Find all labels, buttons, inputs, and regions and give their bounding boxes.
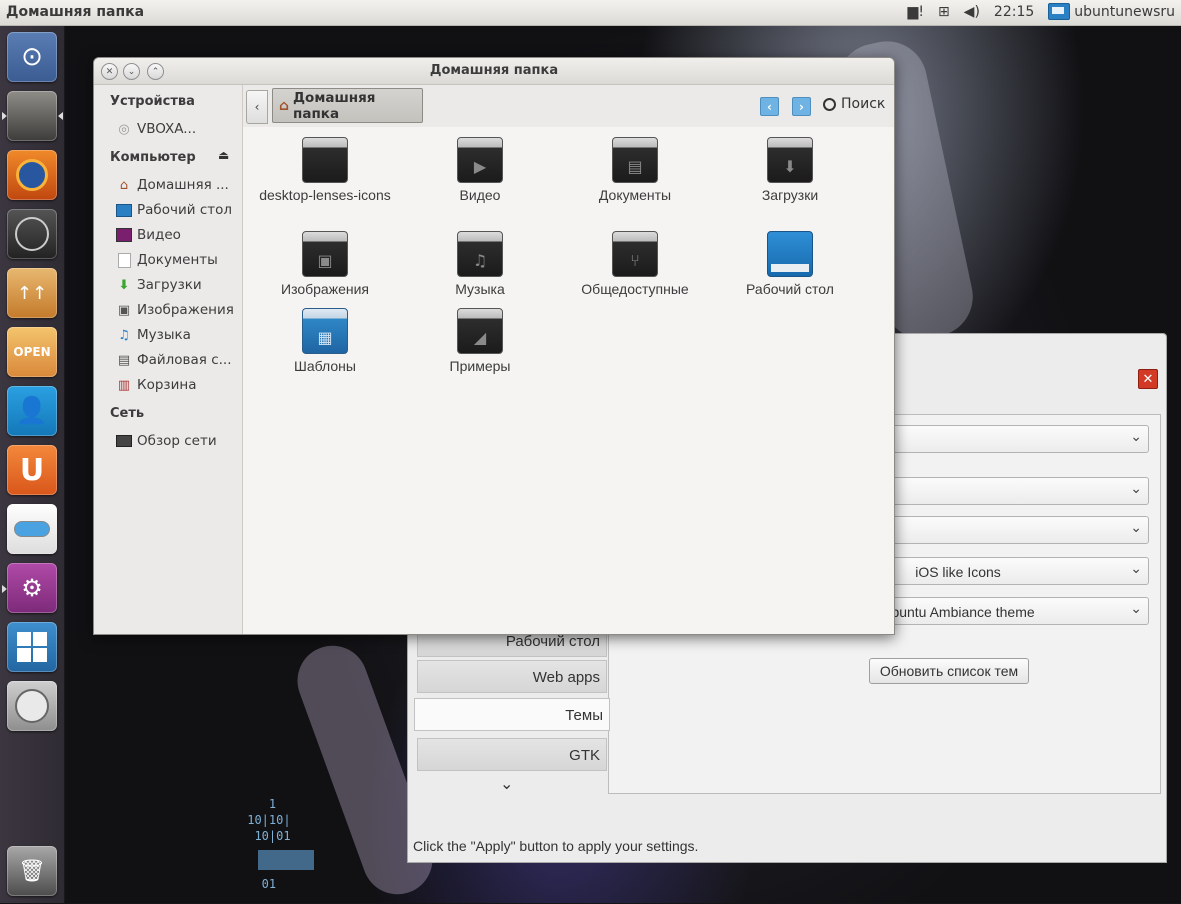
sidebar-item-filesystem[interactable]: ▤ Файловая с...: [116, 350, 238, 370]
chevron-down-icon: ⌄: [1130, 601, 1142, 617]
clock[interactable]: 22:15: [994, 4, 1034, 20]
session-icon: [1048, 3, 1071, 20]
title-bar[interactable]: ✕ ⌄ ⌃ Домашняя папка: [94, 58, 894, 85]
chevron-down-icon: ⌄: [1130, 520, 1142, 536]
status-text: Click the "Apply" button to apply your s…: [413, 838, 699, 854]
sidebar-item-trash[interactable]: ▥ Корзина: [116, 375, 238, 395]
file-item[interactable]: ◢ Примеры: [410, 308, 550, 375]
ubuntu-one-icon[interactable]: U: [7, 445, 57, 495]
session-menu[interactable]: ubuntunewsru: [1048, 3, 1175, 20]
next-arrow-icon[interactable]: ›: [792, 97, 811, 116]
document-icon: [116, 252, 132, 268]
trash-icon: ▥: [117, 377, 131, 393]
sidebar-item-home[interactable]: ⌂ Домашняя ...: [116, 175, 238, 195]
file-item[interactable]: Рабочий стол: [720, 231, 860, 298]
sidebar-header-network: Сеть: [110, 406, 145, 421]
file-item[interactable]: ▶ Видео: [410, 137, 550, 204]
folder-examples-icon: ◢: [457, 308, 503, 354]
trash-icon[interactable]: 🗑: [7, 846, 57, 896]
tab-web-apps[interactable]: Web apps: [417, 660, 607, 693]
dash-home-icon[interactable]: ⊙: [7, 32, 57, 82]
filesystem-icon: ▤: [117, 352, 131, 368]
network-icon[interactable]: ⊞: [938, 4, 950, 20]
eject-icon[interactable]: ⏏: [218, 148, 229, 162]
refresh-themes-button[interactable]: Обновить список тем: [869, 658, 1029, 684]
launcher: ⊙ ↑↑ OPEN 👤 U ⚙ 🗑: [0, 25, 65, 903]
file-item[interactable]: ♫ Музыка: [410, 231, 550, 298]
sidebar-item-music[interactable]: ♫ Музыка: [116, 325, 238, 345]
close-icon[interactable]: ✕: [1138, 369, 1158, 389]
files-icon[interactable]: [7, 91, 57, 141]
sidebar-header-computer: Компьютер: [110, 150, 196, 165]
search-icon: [823, 97, 836, 111]
chevron-down-icon: ⌄: [1130, 429, 1142, 445]
file-item[interactable]: ▣ Изображения: [255, 231, 395, 298]
file-item[interactable]: ▦ Шаблоны: [255, 308, 395, 375]
chevron-down-icon: ⌄: [1130, 561, 1142, 577]
focused-indicator: [58, 112, 63, 120]
folder-downloads-icon: ⬇: [767, 137, 813, 183]
unity-tweak-icon[interactable]: ⚙: [7, 563, 57, 613]
contacts-icon[interactable]: 👤: [7, 386, 57, 436]
file-manager-window: ✕ ⌄ ⌃ Домашняя папка Устройства ◎ VBOXA.…: [93, 57, 895, 635]
sidebar-header-devices: Устройства: [110, 94, 195, 109]
path-bar-home[interactable]: ⌂ Домашняя папка: [272, 88, 423, 123]
folder-documents-icon: ▤: [612, 137, 658, 183]
system-monitor-icon[interactable]: [7, 209, 57, 259]
music-icon: ♫: [118, 327, 130, 343]
top-panel: Домашняя папка ▆! ⊞ ◀) 22:15 ubuntunewsr…: [0, 0, 1181, 26]
volume-icon[interactable]: ◀): [964, 4, 980, 20]
chevron-down-icon[interactable]: ⌄: [500, 774, 513, 793]
active-window-title: Домашняя папка: [6, 4, 145, 20]
cd-icon: ◎: [118, 121, 130, 137]
firefox-icon[interactable]: [7, 150, 57, 200]
home-icon: ⌂: [119, 177, 129, 193]
sidebar-item-downloads[interactable]: ⬇ Загрузки: [116, 275, 238, 295]
places-sidebar: Устройства ◎ VBOXA... ⏏ Компьютер ⌂ Дома…: [94, 85, 243, 634]
folder-video-icon: ▶: [457, 137, 503, 183]
previous-arrow-icon[interactable]: ‹: [760, 97, 779, 116]
file-item[interactable]: desktop-lenses-icons: [255, 137, 395, 204]
message-icon[interactable]: ▆!: [908, 4, 924, 20]
video-icon: [116, 228, 132, 242]
folder-templates-icon: ▦: [302, 308, 348, 354]
search-button[interactable]: Поиск: [823, 96, 885, 112]
sidebar-item-video[interactable]: Видео: [116, 225, 238, 245]
home-icon: ⌂: [279, 97, 290, 114]
toolbar: ‹ ⌂ Домашняя папка ‹ › Поиск: [243, 85, 894, 127]
folder-icon: [302, 137, 348, 183]
folder-desktop-icon: [767, 231, 813, 277]
session-label: ubuntunewsru: [1074, 3, 1175, 20]
market-icon[interactable]: OPEN: [7, 327, 57, 377]
wallpaper-bar: [258, 850, 314, 870]
window-title: Домашняя папка: [429, 63, 559, 78]
folder-music-icon: ♫: [457, 231, 503, 277]
indicator-area: ▆! ⊞ ◀) 22:15 ubuntunewsru: [908, 3, 1175, 20]
file-icon-view: desktop-lenses-icons ▶ Видео ▤ Документы…: [243, 127, 894, 634]
file-item[interactable]: ⬇ Загрузки: [720, 137, 860, 204]
workspace-switcher-icon[interactable]: [7, 622, 57, 672]
download-icon: ⬇: [118, 277, 130, 293]
network-browse-icon: [116, 434, 132, 448]
sidebar-item-network[interactable]: Обзор сети: [116, 431, 238, 451]
back-button[interactable]: ‹: [246, 90, 268, 124]
file-item[interactable]: ▤ Документы: [565, 137, 705, 204]
binary-decoration: 1 10|10| 10|01 01: [247, 797, 291, 891]
software-updater-icon[interactable]: ↑↑: [7, 268, 57, 318]
tab-gtk[interactable]: GTK: [417, 738, 607, 771]
chevron-down-icon: ⌄: [1130, 481, 1142, 497]
sidebar-item-desktop[interactable]: Рабочий стол: [116, 200, 238, 220]
toggle-icon[interactable]: [7, 504, 57, 554]
folder-public-icon: ⑂: [612, 231, 658, 277]
file-item[interactable]: ⑂ Общедоступные: [565, 231, 705, 298]
folder-pictures-icon: ▣: [302, 231, 348, 277]
image-icon: ▣: [117, 302, 131, 318]
desktop-icon: [116, 203, 132, 217]
cd-drive-icon[interactable]: [7, 681, 57, 731]
tab-themes[interactable]: Темы: [414, 698, 610, 731]
sidebar-item-documents[interactable]: Документы: [116, 250, 238, 270]
sidebar-item-vbox[interactable]: ◎ VBOXA...: [116, 119, 211, 139]
sidebar-item-images[interactable]: ▣ Изображения: [116, 300, 238, 320]
